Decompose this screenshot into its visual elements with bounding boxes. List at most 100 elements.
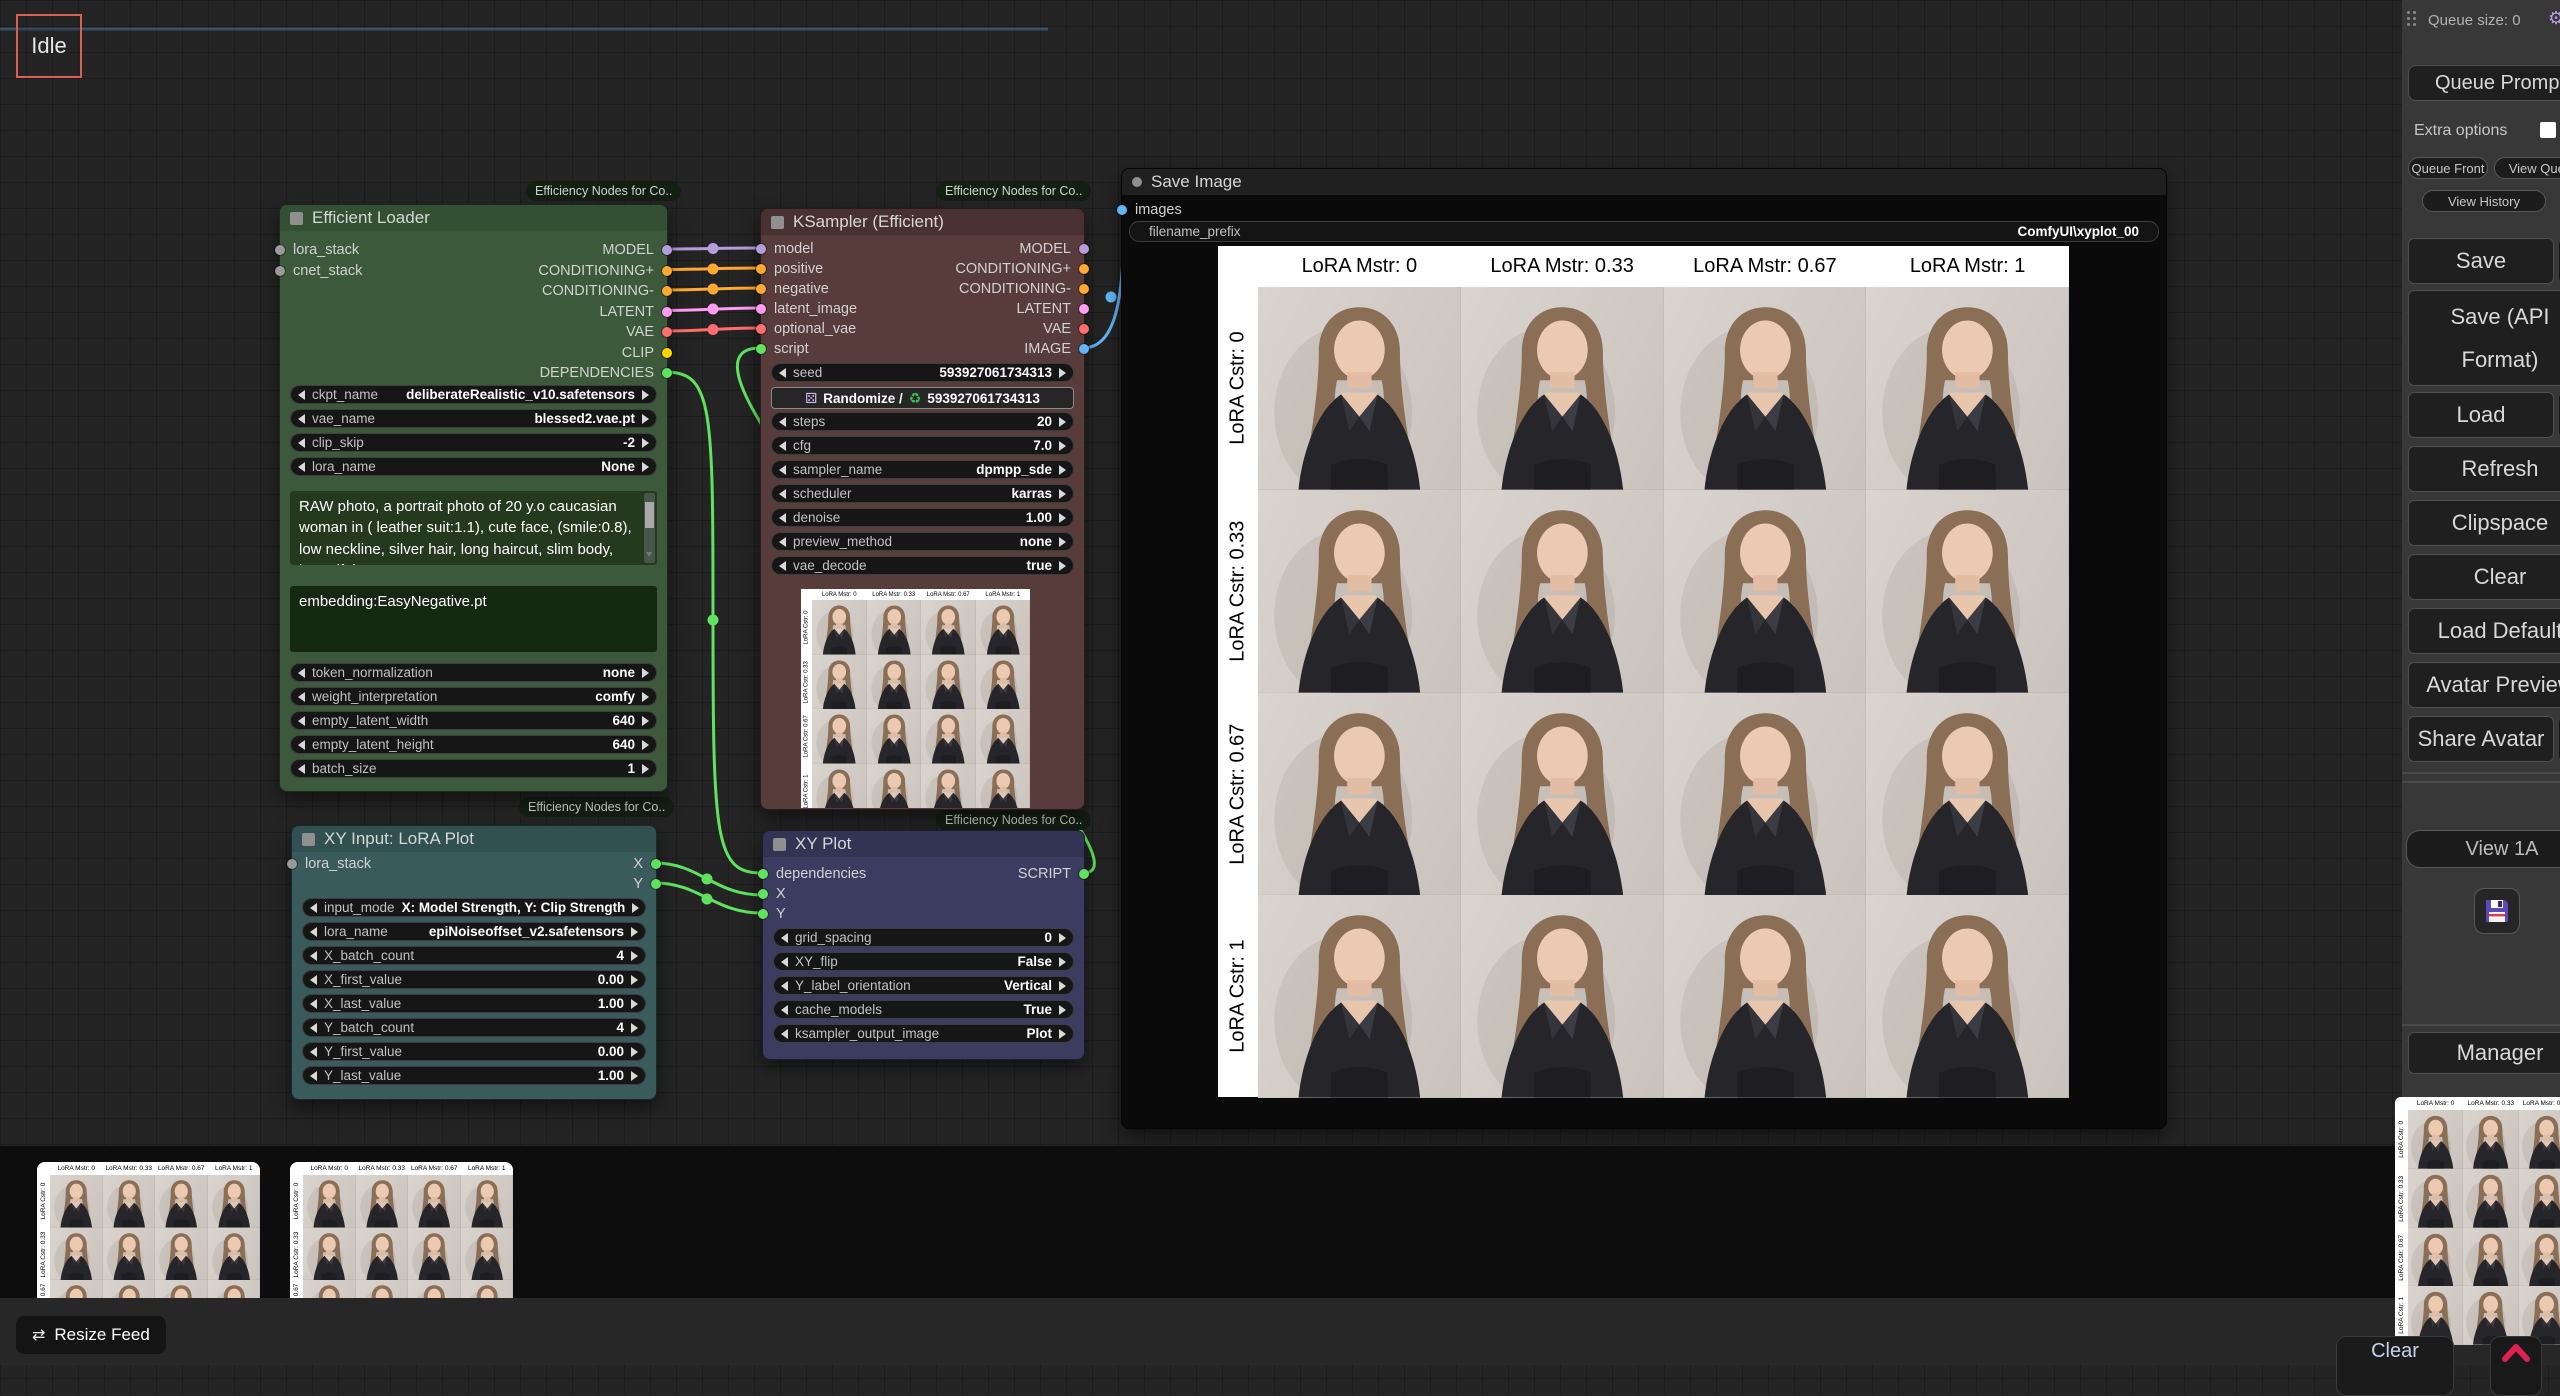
port-dot[interactable] bbox=[1079, 244, 1089, 254]
negative-prompt-textarea[interactable]: embedding:EasyNegative.pt bbox=[290, 586, 657, 652]
widget-prev-arrow-icon[interactable] bbox=[779, 561, 786, 571]
feed-image-thumbnail[interactable]: LoRA Mstr: 0LoRA Mstr: 0.33LoRA Mstr: 0.… bbox=[290, 1162, 513, 1298]
widget-next-arrow-icon[interactable] bbox=[642, 740, 649, 750]
node-header[interactable]: KSampler (Efficient) bbox=[761, 209, 1084, 235]
clipspace-button[interactable]: Clipspace bbox=[2408, 500, 2560, 546]
widget-next-arrow-icon[interactable] bbox=[1059, 489, 1066, 499]
widget-prev-arrow-icon[interactable] bbox=[781, 957, 788, 967]
widget-next-arrow-icon[interactable] bbox=[1059, 1005, 1066, 1015]
widget-prev-arrow-icon[interactable] bbox=[310, 975, 317, 985]
save-avatar-floppy-button[interactable] bbox=[2474, 888, 2520, 934]
widget-prev-arrow-icon[interactable] bbox=[779, 489, 786, 499]
widget-next-arrow-icon[interactable] bbox=[642, 692, 649, 702]
share-avatar-button[interactable]: Share Avatar bbox=[2408, 716, 2554, 762]
widget-row[interactable]: cache_models True bbox=[773, 1000, 1074, 1019]
filename-prefix-widget[interactable]: filename_prefix ComfyUI\xyplot_00 bbox=[1129, 221, 2159, 242]
collapse-icon[interactable] bbox=[771, 216, 784, 229]
collapse-icon[interactable] bbox=[302, 833, 315, 846]
widget-next-arrow-icon[interactable] bbox=[1059, 537, 1066, 547]
widget-next-arrow-icon[interactable] bbox=[1059, 417, 1066, 427]
port-dot[interactable] bbox=[1117, 205, 1127, 215]
widget-next-arrow-icon[interactable] bbox=[631, 975, 638, 985]
widget-prev-arrow-icon[interactable] bbox=[310, 999, 317, 1009]
save-button[interactable]: Save bbox=[2408, 238, 2554, 284]
node-xy-plot[interactable]: XY Plot dependencies X Y SCRIPT grid_spa… bbox=[762, 830, 1085, 1060]
port-dot[interactable] bbox=[662, 307, 672, 317]
widget-prev-arrow-icon[interactable] bbox=[779, 465, 786, 475]
widget-prev-arrow-icon[interactable] bbox=[298, 716, 305, 726]
widget-prev-arrow-icon[interactable] bbox=[310, 903, 317, 913]
port-dot[interactable] bbox=[275, 266, 285, 276]
widget-row[interactable]: Y_label_orientation Vertical bbox=[773, 976, 1074, 995]
node-header[interactable]: XY Input: LoRA Plot bbox=[292, 826, 656, 852]
collapse-icon[interactable] bbox=[773, 838, 786, 851]
port-dot[interactable] bbox=[1079, 304, 1089, 314]
widget-row[interactable]: vae_decode true bbox=[771, 556, 1074, 575]
load-default-button[interactable]: Load Default bbox=[2408, 608, 2560, 654]
feed-clear-button[interactable]: Clear bbox=[2336, 1336, 2454, 1396]
widget-row[interactable]: Y_batch_count 4 bbox=[302, 1018, 646, 1037]
clear-button[interactable]: Clear bbox=[2408, 554, 2560, 600]
port-dot[interactable] bbox=[756, 284, 766, 294]
widget-prev-arrow-icon[interactable] bbox=[298, 692, 305, 702]
view-history-button[interactable]: View History bbox=[2422, 190, 2546, 212]
widget-row[interactable]: lora_name None bbox=[290, 457, 657, 476]
widget-prev-arrow-icon[interactable] bbox=[310, 951, 317, 961]
widget-row[interactable]: ksampler_output_image Plot bbox=[773, 1024, 1074, 1043]
widget-next-arrow-icon[interactable] bbox=[631, 999, 638, 1009]
widget-prev-arrow-icon[interactable] bbox=[298, 390, 305, 400]
widget-row[interactable]: grid_spacing 0 bbox=[773, 928, 1074, 947]
widget-next-arrow-icon[interactable] bbox=[642, 716, 649, 726]
view-queue-button[interactable]: View Queue bbox=[2494, 157, 2560, 179]
port-dot[interactable] bbox=[287, 859, 297, 869]
queue-front-button[interactable]: Queue Front bbox=[2408, 157, 2488, 179]
widget-row[interactable]: scheduler karras bbox=[771, 484, 1074, 503]
node-header[interactable]: Efficient Loader bbox=[280, 205, 667, 231]
widget-row[interactable]: ckpt_name deliberateRealistic_v10.safete… bbox=[290, 385, 657, 404]
positive-prompt-textarea[interactable]: RAW photo, a portrait photo of 20 y.o ca… bbox=[290, 491, 657, 565]
widget-prev-arrow-icon[interactable] bbox=[310, 1047, 317, 1057]
widget-row[interactable]: weight_interpretation comfy bbox=[290, 687, 657, 706]
resize-feed-button[interactable]: ⇄ Resize Feed bbox=[16, 1316, 166, 1354]
widget-next-arrow-icon[interactable] bbox=[631, 1023, 638, 1033]
widget-next-arrow-icon[interactable] bbox=[1059, 465, 1066, 475]
port-dot[interactable] bbox=[756, 264, 766, 274]
load-button[interactable]: Load bbox=[2408, 392, 2554, 438]
port-dot[interactable] bbox=[651, 859, 661, 869]
widget-next-arrow-icon[interactable] bbox=[642, 764, 649, 774]
widget-next-arrow-icon[interactable] bbox=[1059, 368, 1066, 378]
port-dot[interactable] bbox=[756, 344, 766, 354]
widget-prev-arrow-icon[interactable] bbox=[298, 438, 305, 448]
scroll-down-icon[interactable] bbox=[646, 552, 652, 560]
port-dot[interactable] bbox=[1079, 869, 1089, 879]
menu-drag-handle-icon[interactable] bbox=[2407, 11, 2417, 31]
widget-next-arrow-icon[interactable] bbox=[631, 927, 638, 937]
widget-prev-arrow-icon[interactable] bbox=[779, 417, 786, 427]
randomize-seed-button[interactable]: ⚄ Randomize / ♻ 593927061734313 bbox=[771, 387, 1074, 409]
widget-next-arrow-icon[interactable] bbox=[1059, 441, 1066, 451]
widget-next-arrow-icon[interactable] bbox=[632, 903, 639, 913]
port-dot[interactable] bbox=[1079, 264, 1089, 274]
widget-row[interactable]: preview_method none bbox=[771, 532, 1074, 551]
widget-row[interactable]: batch_size 1 bbox=[290, 759, 657, 778]
scrollbar[interactable] bbox=[644, 493, 655, 563]
widget-next-arrow-icon[interactable] bbox=[1059, 981, 1066, 991]
widget-row[interactable]: denoise 1.00 bbox=[771, 508, 1074, 527]
seed-widget[interactable]: seed 593927061734313 bbox=[771, 363, 1074, 382]
widget-prev-arrow-icon[interactable] bbox=[298, 764, 305, 774]
widget-row[interactable]: X_first_value 0.00 bbox=[302, 970, 646, 989]
feed-image-thumbnail[interactable]: LoRA Mstr: 0LoRA Mstr: 0.33LoRA Mstr: 0.… bbox=[37, 1162, 260, 1298]
widget-prev-arrow-icon[interactable] bbox=[779, 513, 786, 523]
widget-prev-arrow-icon[interactable] bbox=[781, 933, 788, 943]
widget-next-arrow-icon[interactable] bbox=[642, 462, 649, 472]
port-dot[interactable] bbox=[275, 245, 285, 255]
widget-prev-arrow-icon[interactable] bbox=[298, 462, 305, 472]
widget-prev-arrow-icon[interactable] bbox=[781, 981, 788, 991]
widget-next-arrow-icon[interactable] bbox=[631, 1047, 638, 1057]
port-dot[interactable] bbox=[756, 304, 766, 314]
port-dot[interactable] bbox=[758, 909, 768, 919]
widget-next-arrow-icon[interactable] bbox=[642, 668, 649, 678]
widget-next-arrow-icon[interactable] bbox=[631, 1071, 638, 1081]
widget-row[interactable]: steps 20 bbox=[771, 412, 1074, 431]
feed-image-thumbnail[interactable]: LoRA Mstr: 0LoRA Mstr: 0.33LoRA Mstr: 0.… bbox=[2395, 1097, 2560, 1345]
